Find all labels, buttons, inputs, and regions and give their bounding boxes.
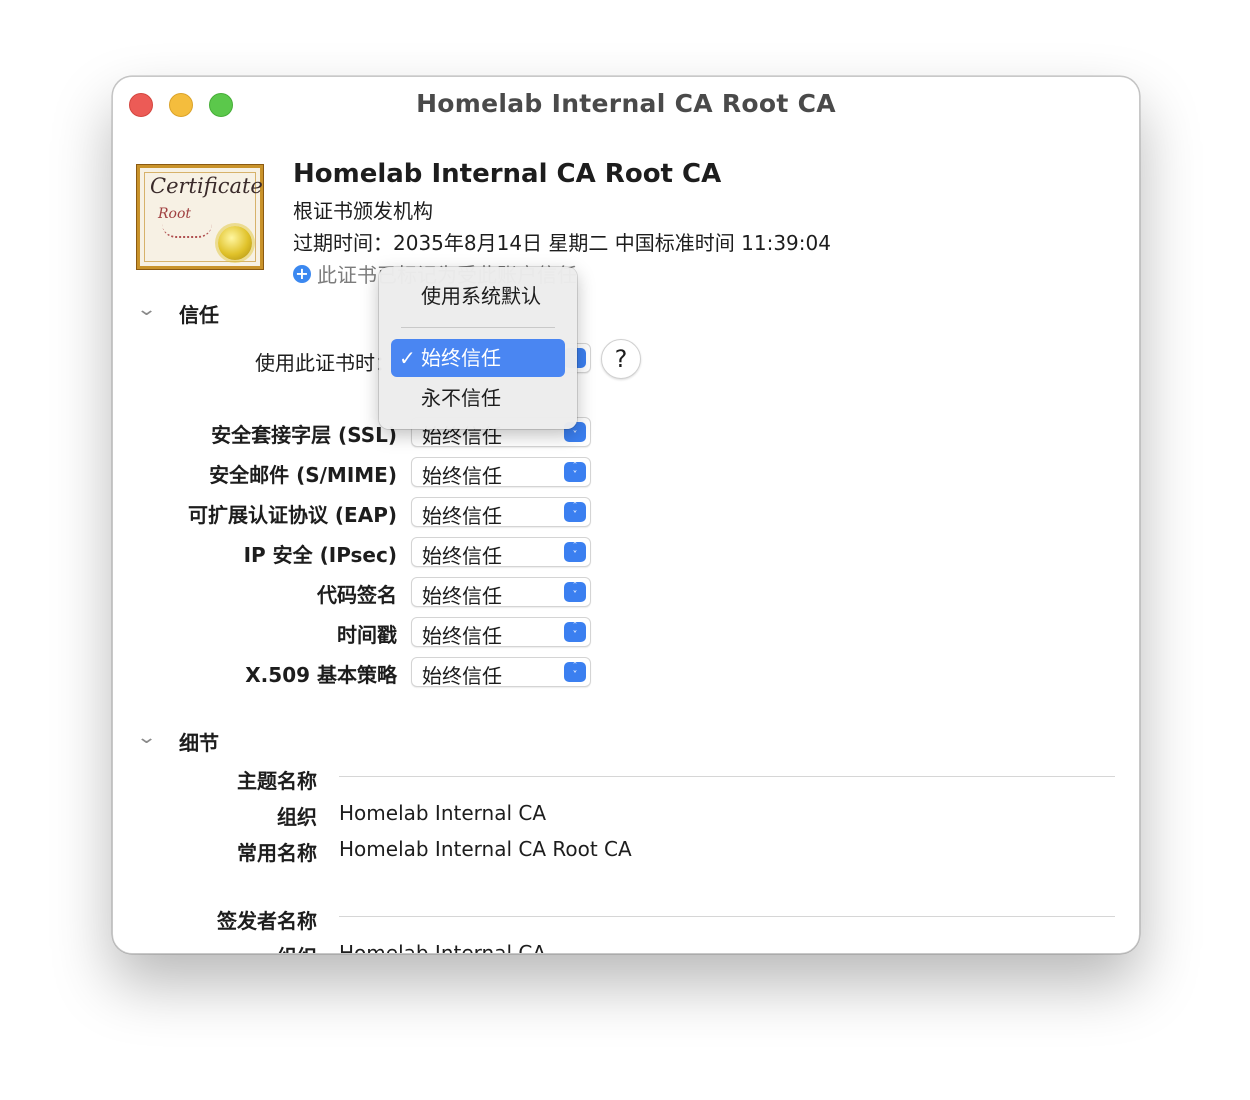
x509-value: 始终信任 [422,664,502,688]
chevron-updown-icon: ˄˅ [564,462,586,482]
timestamp-popup[interactable]: 始终信任 ˄ ˅ [411,617,591,648]
checkmark-icon: ✓ [399,346,416,370]
divider [339,776,1115,777]
menu-item-label: 始终信任 [421,346,501,370]
subject-name-heading: 主题名称 [237,769,317,793]
menu-item-never-trust[interactable]: 永不信任 [391,379,565,417]
code-signing-label: 代码签名 [317,583,397,607]
timestamp-label: 时间戳 [337,623,397,647]
ipsec-value: 始终信任 [422,544,502,568]
help-button[interactable]: ? [601,339,641,379]
trust-dropdown-menu: 使用系统默认 ✓ 始终信任 永不信任 [379,267,577,429]
timestamp-value: 始终信任 [422,624,502,648]
issuer-org-label: 组织 [117,941,317,953]
certificate-icon-text: Certificate [150,174,263,198]
details-chevron-icon[interactable]: ⌄ [136,727,157,748]
certificate-icon-subtext: Root [158,206,192,222]
code-signing-value: 始终信任 [422,584,502,608]
chevron-updown-icon: ˄˅ [564,622,586,642]
certificate-window: Homelab Internal CA Root CA Certificate … [112,76,1140,954]
menu-item-system-default[interactable]: 使用系统默认 [391,277,565,315]
expiry-date: 过期时间：2035年8月14日 星期二 中国标准时间 11:39:04 [293,231,831,255]
trust-section-title[interactable]: 信任 [179,299,219,328]
window-title: Homelab Internal CA Root CA [416,89,836,118]
seal-icon [218,226,252,260]
eap-popup[interactable]: 始终信任 ˄ ˅ [411,497,591,528]
chevron-updown-icon: ˄˅ [564,582,586,602]
subject-org-value: Homelab Internal CA [339,801,547,825]
x509-popup[interactable]: 始终信任 ˄ ˅ [411,657,591,688]
certificate-kind: 根证书颁发机构 [293,199,433,223]
trust-chevron-icon[interactable]: ⌄ [136,299,157,320]
certificate-icon: Certificate Root [136,164,264,270]
smime-popup[interactable]: 始终信任 ˄ ˅ [411,457,591,488]
menu-item-always-trust[interactable]: ✓ 始终信任 [391,339,565,377]
menu-item-label: 使用系统默认 [421,284,541,308]
ipsec-popup[interactable]: 始终信任 ˄ ˅ [411,537,591,568]
menu-item-label: 永不信任 [421,386,501,410]
subject-cn-label: 常用名称 [237,841,317,865]
code-signing-popup[interactable]: 始终信任 ˄ ˅ [411,577,591,608]
chevron-updown-icon: ˄˅ [564,502,586,522]
smime-label: 安全邮件 (S/MIME) [209,463,397,487]
eap-label: 可扩展认证协议 (EAP) [187,503,397,527]
eap-value: 始终信任 [422,504,502,528]
ssl-label: 安全套接字层 (SSL) [211,423,397,447]
details-section-title[interactable]: 细节 [179,727,219,756]
menu-separator [401,327,555,328]
subject-org-label: 组织 [277,805,317,829]
divider [339,916,1115,917]
when-using-label: 使用此证书时： [255,351,395,375]
ipsec-label: IP 安全 (IPsec) [243,543,397,567]
plus-icon: + [293,264,311,283]
subject-cn-value: Homelab Internal CA Root CA [339,837,632,861]
smime-value: 始终信任 [422,464,502,488]
chevron-updown-icon: ˄˅ [564,662,586,682]
chevron-updown-icon: ˄˅ [564,542,586,562]
issuer-name-heading: 签发者名称 [217,909,317,933]
certificate-name: Homelab Internal CA Root CA [293,159,722,189]
x509-label: X.509 基本策略 [245,663,397,687]
issuer-org-value: Homelab Internal CA [339,941,547,954]
